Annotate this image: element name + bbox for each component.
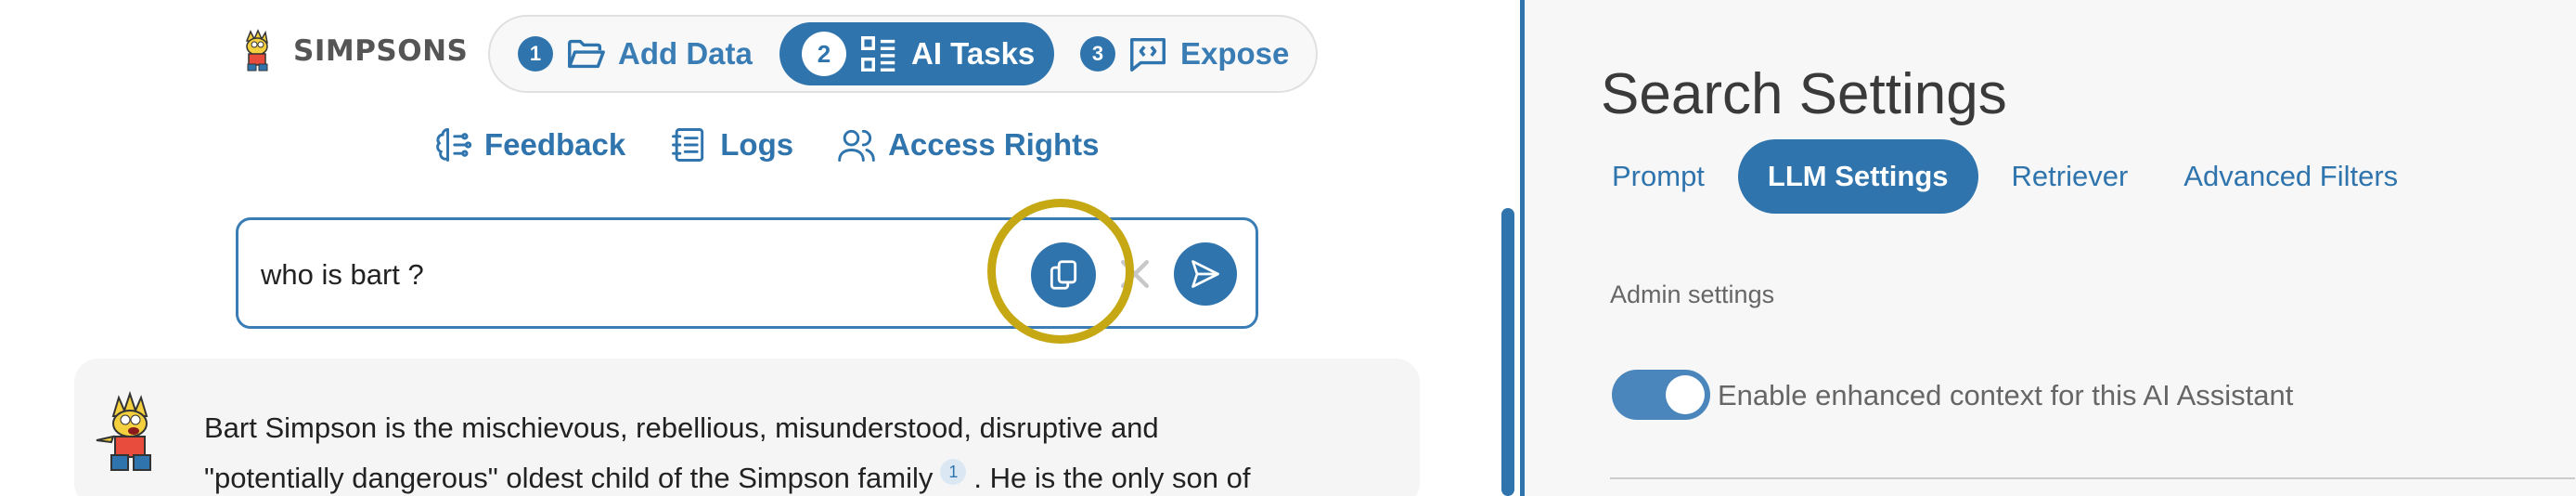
answer-card: Bart Simpson is the mischievous, rebelli… — [74, 359, 1420, 496]
step-ai-tasks[interactable]: 2 AI Tasks — [779, 22, 1054, 85]
section-label: Admin settings — [1610, 281, 1775, 308]
copy-button[interactable] — [1031, 242, 1096, 307]
tab-retriever[interactable]: Retriever — [1990, 139, 2151, 214]
step-number: 2 — [802, 32, 846, 76]
secondary-nav: Feedback Logs Access Rights — [432, 124, 1100, 165]
answer-line: Bart Simpson is the mischievous, rebelli… — [204, 411, 1159, 444]
divider-line — [1610, 477, 2575, 479]
toggle-knob — [1666, 375, 1705, 414]
settings-pane: Search Settings Prompt LLM Settings Retr… — [1525, 0, 2576, 496]
tab-prompt[interactable]: Prompt — [1590, 139, 1727, 214]
bart-avatar-icon — [96, 390, 151, 471]
feedback-link[interactable]: Feedback — [432, 124, 625, 165]
notebook-icon — [672, 128, 704, 162]
toggle-label: Enable enhanced context for this AI Assi… — [1718, 379, 2294, 411]
query-input[interactable] — [261, 252, 985, 298]
clear-button[interactable] — [1114, 254, 1155, 294]
tasks-list-icon — [861, 36, 895, 72]
access-rights-link[interactable]: Access Rights — [836, 124, 1100, 165]
step-expose[interactable]: 3 Expose — [1080, 22, 1289, 85]
brand-name: SIMPSONS — [293, 34, 469, 68]
query-box — [236, 217, 1258, 329]
step-label: Add Data — [618, 36, 753, 71]
copy-icon — [1050, 260, 1077, 290]
logs-label: Logs — [720, 127, 794, 162]
code-chat-icon — [1130, 37, 1166, 72]
settings-title: Search Settings — [1601, 62, 2007, 126]
settings-tabs: Prompt LLM Settings Retriever Advanced F… — [1590, 139, 2420, 214]
send-button[interactable] — [1174, 242, 1237, 306]
answer-line: "potentially dangerous" oldest child of … — [204, 462, 934, 494]
scrollbar[interactable] — [1501, 208, 1514, 496]
answer-line: . He is the only son of — [973, 462, 1251, 494]
workflow-stepper: 1 Add Data 2 AI Tasks 3 Expose — [488, 15, 1318, 93]
step-label: AI Tasks — [911, 36, 1036, 71]
close-icon — [1120, 259, 1150, 289]
citation-badge[interactable]: 1 — [940, 458, 967, 485]
access-rights-label: Access Rights — [888, 127, 1100, 162]
brain-icon — [436, 128, 472, 162]
logs-link[interactable]: Logs — [668, 124, 793, 165]
answer-text: Bart Simpson is the mischievous, rebelli… — [204, 403, 1355, 496]
step-number: 1 — [518, 36, 553, 72]
send-icon — [1191, 260, 1219, 288]
enhanced-context-toggle[interactable] — [1612, 370, 1710, 420]
folder-open-icon — [568, 39, 605, 69]
bart-logo-icon — [245, 29, 268, 72]
brand[interactable]: SIMPSONS — [234, 28, 468, 74]
users-icon — [838, 129, 875, 162]
step-add-data[interactable]: 1 Add Data — [518, 22, 753, 85]
feedback-label: Feedback — [484, 127, 626, 162]
tab-advanced-filters[interactable]: Advanced Filters — [2161, 139, 2420, 214]
tab-llm-settings[interactable]: LLM Settings — [1737, 139, 1978, 214]
chat-pane: SIMPSONS 1 Add Data 2 AI Tasks 3 Expose … — [0, 0, 1518, 496]
step-number: 3 — [1080, 36, 1115, 72]
step-label: Expose — [1180, 36, 1290, 71]
